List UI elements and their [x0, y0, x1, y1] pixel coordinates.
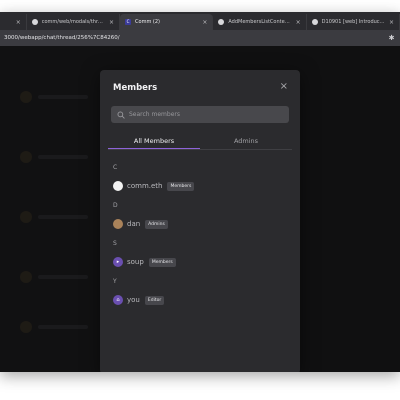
tab-title: comm/web/modals/threads/t	[41, 19, 105, 25]
search-input[interactable]	[129, 111, 279, 118]
avatar	[113, 219, 123, 229]
role-badge: Members	[167, 181, 195, 191]
tab-bar: × comm/web/modals/threads/t × C Comm (2)…	[0, 12, 400, 30]
section-letter: S	[113, 240, 117, 247]
member-name: dan	[127, 220, 141, 228]
avatar	[113, 181, 123, 191]
tab-title: AddMembersListContent.js	[228, 19, 292, 25]
section-letter: D	[113, 202, 118, 209]
tab-all-members[interactable]: All Members	[108, 134, 200, 149]
member-row[interactable]: comm.eth Members	[113, 180, 195, 192]
github-icon	[218, 19, 225, 25]
url-text[interactable]: 3000/webapp/chat/thread/256%7C84260/	[4, 35, 387, 41]
browser-tab[interactable]: AddMembersListContent.js ×	[213, 14, 307, 30]
member-name: soup	[127, 258, 144, 266]
member-name: comm.eth	[127, 182, 163, 190]
browser-tab[interactable]: C Comm (2) ×	[120, 14, 214, 30]
section-letter: C	[113, 164, 118, 171]
tab-admins[interactable]: Admins	[200, 134, 292, 149]
section-letter: Y	[113, 278, 117, 285]
avatar: ⌂	[113, 295, 123, 305]
browser-tab[interactable]: ×	[0, 14, 27, 30]
close-icon[interactable]: ×	[280, 82, 288, 92]
role-badge: Members	[148, 257, 176, 267]
extension-icon[interactable]: ✱	[387, 34, 396, 43]
browser-window: × comm/web/modals/threads/t × C Comm (2)…	[0, 12, 400, 372]
close-icon[interactable]: ×	[296, 19, 301, 26]
search-field[interactable]	[111, 106, 289, 123]
role-badge: Editor	[144, 295, 165, 305]
member-row[interactable]: ▸ soup Members	[113, 256, 176, 268]
address-bar[interactable]: 3000/webapp/chat/thread/256%7C84260/ ✱	[0, 30, 400, 46]
member-tabs: All Members Admins	[108, 134, 292, 150]
member-row[interactable]: ⌂ you Editor	[113, 294, 165, 306]
avatar: ▸	[113, 257, 123, 267]
comm-icon: C	[125, 19, 132, 25]
phabricator-icon	[311, 19, 318, 25]
close-icon[interactable]: ×	[16, 19, 21, 26]
tab-title: D10901 [web] Introduce t	[321, 19, 385, 25]
role-badge: Admins	[145, 219, 168, 229]
member-name: you	[127, 296, 140, 304]
close-icon[interactable]: ×	[202, 19, 207, 26]
modal-title: Members	[113, 83, 158, 93]
close-icon[interactable]: ×	[109, 19, 114, 26]
browser-tab[interactable]: D10901 [web] Introduce t ×	[307, 14, 400, 30]
members-modal: Members × All Members Admins C comm.eth …	[100, 70, 300, 372]
member-row[interactable]: dan Admins	[113, 218, 168, 230]
browser-tab[interactable]: comm/web/modals/threads/t ×	[27, 14, 121, 30]
search-icon	[117, 111, 125, 119]
close-icon[interactable]: ×	[389, 19, 394, 26]
github-icon	[31, 19, 38, 25]
tab-title: Comm (2)	[135, 19, 160, 25]
